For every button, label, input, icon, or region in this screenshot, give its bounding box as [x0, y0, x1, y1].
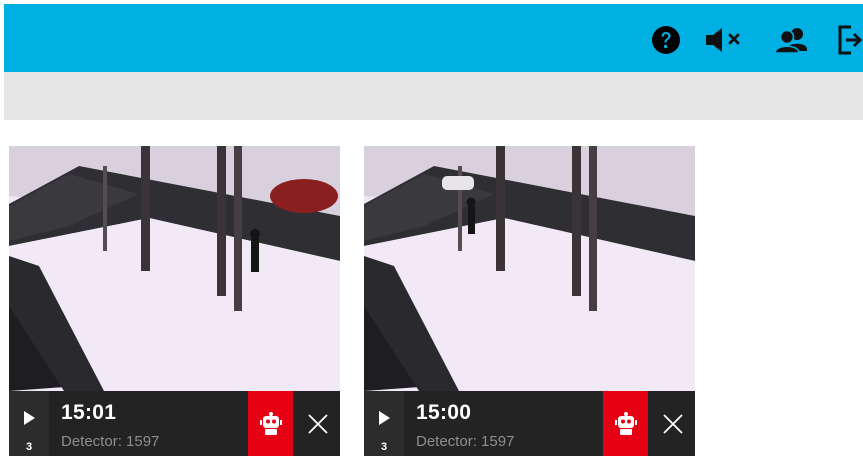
- event-card: 3 15:00 Detector: 1597: [364, 146, 695, 456]
- event-footer: 3 15:01 Detector: 1597: [9, 391, 340, 456]
- logout-icon[interactable]: [837, 24, 863, 56]
- detector-label: Detector: 1597: [416, 433, 515, 450]
- close-icon: [307, 413, 328, 434]
- header-bar: [4, 4, 863, 72]
- help-icon[interactable]: [651, 25, 681, 55]
- play-button[interactable]: 3: [9, 391, 49, 456]
- robot-icon: [614, 411, 637, 435]
- robot-button[interactable]: [248, 391, 293, 456]
- event-time: 15:00: [416, 401, 472, 424]
- event-time: 15:01: [61, 401, 117, 424]
- camera-snapshot[interactable]: [364, 146, 695, 391]
- robot-icon: [259, 411, 282, 435]
- play-count: 3: [25, 441, 33, 453]
- play-icon: [24, 411, 35, 425]
- close-button[interactable]: [650, 391, 695, 456]
- play-button[interactable]: 3: [364, 391, 404, 456]
- detector-label: Detector: 1597: [61, 433, 160, 450]
- app-frame: 3 15:01 Detector: 1597 3 15:00 Detector:…: [0, 0, 863, 456]
- users-icon[interactable]: [773, 25, 813, 55]
- camera-snapshot[interactable]: [9, 146, 340, 391]
- event-card: 3 15:01 Detector: 1597: [9, 146, 340, 456]
- header-icons: [651, 24, 863, 56]
- event-footer: 3 15:00 Detector: 1597: [364, 391, 695, 456]
- close-icon: [662, 413, 683, 434]
- mute-icon[interactable]: [703, 25, 747, 55]
- close-button[interactable]: [295, 391, 340, 456]
- play-icon: [379, 411, 390, 425]
- play-count: 3: [380, 441, 388, 453]
- sub-toolbar: [4, 72, 863, 120]
- robot-button[interactable]: [603, 391, 648, 456]
